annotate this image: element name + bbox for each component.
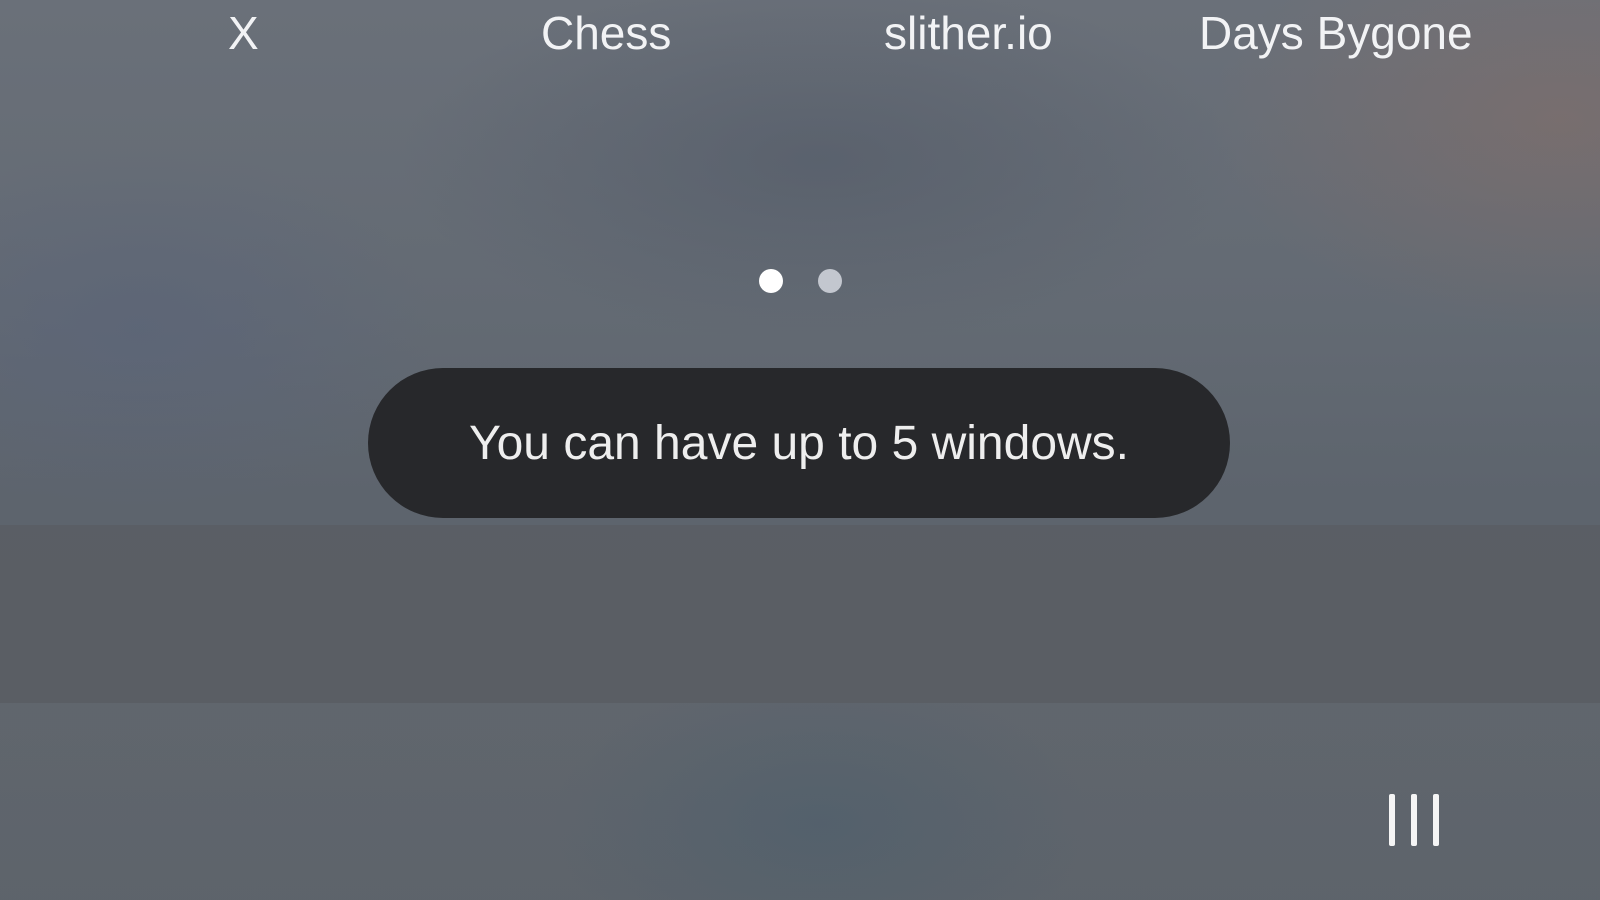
- toast-text: You can have up to 5 windows.: [468, 416, 1130, 470]
- app-label-chess[interactable]: Chess: [541, 6, 671, 60]
- app-label-slither-io[interactable]: slither.io: [884, 6, 1053, 60]
- app-label-bar: X Chess slither.io Days Bygone: [0, 0, 1600, 70]
- page-dot-inactive[interactable]: [818, 269, 842, 293]
- app-label-x[interactable]: X: [228, 6, 259, 60]
- app-dock-strip: [0, 525, 1600, 703]
- background-area: [0, 703, 1600, 900]
- recents-button[interactable]: [1383, 790, 1453, 850]
- page-dot-active[interactable]: [759, 269, 783, 293]
- toast-message: You can have up to 5 windows.: [368, 368, 1230, 518]
- page-indicator: [759, 269, 849, 293]
- app-label-days-bygone[interactable]: Days Bygone: [1199, 6, 1473, 60]
